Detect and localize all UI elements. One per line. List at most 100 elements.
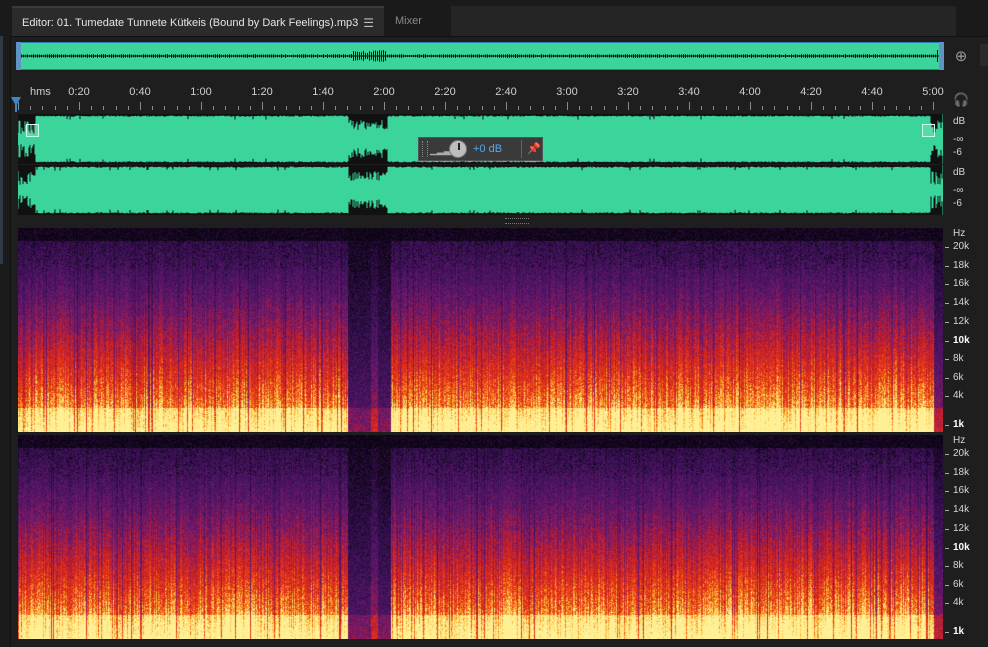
overview-peak [281,54,282,58]
overview-peak [205,54,206,58]
overview-peak [153,54,154,58]
overview-peak [809,54,810,58]
overview-peak [647,54,648,58]
hz-scale-left: Hz 20k 18k 16k 14k 12k 10k 8k 6k 4k 1k [945,228,985,433]
overview-peak [661,54,662,58]
overview-peak [99,54,100,58]
overview-peak [21,54,22,58]
overview-peak [485,54,486,58]
overview-peak [47,54,48,58]
waveform-channel-right[interactable] [18,165,943,215]
overview-peak [299,54,300,58]
overview-peak [875,54,876,58]
tab-editor[interactable]: Editor: 01. Tumedate Tunnete Kütkeis (Bo… [12,6,384,36]
fade-out-handle[interactable] [922,124,935,137]
overview-peak [417,54,418,58]
overview-peak [735,54,736,58]
overview-peak [581,54,582,58]
overview-peak [639,54,640,58]
overview-peak [865,54,866,58]
timeline-ruler[interactable]: hms 0:20 0:40 1:00 1:20 1:40 2:00 2:20 2:40 3:00… [16,86,944,110]
overview-peak [197,54,198,58]
overview-peak [217,54,218,58]
overview-peak [207,54,208,58]
overview-peak [215,54,216,58]
hamburger-icon[interactable]: ☰ [363,8,374,38]
overview-peak [143,54,144,58]
overview-peak [575,54,576,58]
overview-bar[interactable] [16,42,944,70]
overview-peak [45,54,46,58]
db-level: -6 [953,198,962,209]
overview-peak [27,54,28,58]
overview-peak [431,54,432,58]
db-unit: dB [953,116,966,127]
overview-peak [871,54,872,58]
spectral-display-left[interactable] [18,228,943,432]
gain-value[interactable]: +0 dB [473,143,502,155]
overview-peak [127,54,128,58]
headphones-icon[interactable]: 🎧 [953,92,969,108]
overview-peak [563,54,564,58]
overview-peak [253,54,254,58]
overview-peak [233,54,234,58]
ruler-tick [664,106,666,110]
overview-peak [473,54,474,58]
overview-peak [495,54,496,58]
overview-peak [803,54,804,58]
ruler-tick [127,106,129,110]
zoom-target-icon[interactable]: ⊕ [952,48,970,66]
overview-peak [851,54,852,58]
overview-start-handle[interactable] [16,42,21,70]
overview-peak [899,54,900,58]
view-splitter-handle[interactable] [505,218,529,224]
overview-peak [567,54,568,58]
overview-peak [603,54,604,58]
overview-peak [507,54,508,58]
ruler-tick [188,106,190,110]
gain-hud[interactable]: ▁▂▃▅ +0 dB 📌 [418,137,543,161]
overview-peak [777,54,778,58]
overview-peak [497,54,498,58]
overview-peak [555,54,556,58]
overview-peak [301,54,302,58]
overview-peak [729,54,730,58]
overview-peak [471,54,472,58]
overview-peak [57,54,58,58]
overview-peak [103,54,104,58]
overview-peak [437,54,438,58]
overview-peak [423,54,424,58]
spectral-display-right[interactable] [18,435,943,639]
overview-peak [231,54,232,58]
overview-peak [213,54,214,58]
overview-peak [255,54,256,58]
ruler-label: 4:20 [800,86,822,98]
ruler-tick [591,106,593,110]
overview-peak [91,54,92,58]
overview-peak [609,54,610,58]
gain-knob[interactable] [449,140,467,158]
overview-peak [327,54,328,58]
hz-label: 10k [953,542,970,553]
overview-peak [637,54,638,58]
tab-mixer[interactable]: Mixer [385,6,449,36]
overview-peak [927,54,928,58]
overview-peak [427,54,428,58]
hz-tick [945,585,949,586]
overview-end-handle[interactable] [939,42,944,70]
fade-in-handle[interactable] [26,124,39,137]
hud-divider [521,140,522,158]
hud-drag-grip[interactable] [422,141,428,157]
overview-peak [469,54,470,58]
pin-icon[interactable]: 📌 [527,142,541,155]
overview-peak [271,54,272,58]
overview-peak [265,54,266,58]
overview-peak [739,54,740,58]
overview-peak [395,54,396,58]
hz-tick [945,425,949,426]
overview-peak [901,54,902,58]
overview-peak [407,54,408,58]
overview-peak [541,54,542,58]
overview-peak [477,54,478,58]
overview-waveform [17,50,943,62]
